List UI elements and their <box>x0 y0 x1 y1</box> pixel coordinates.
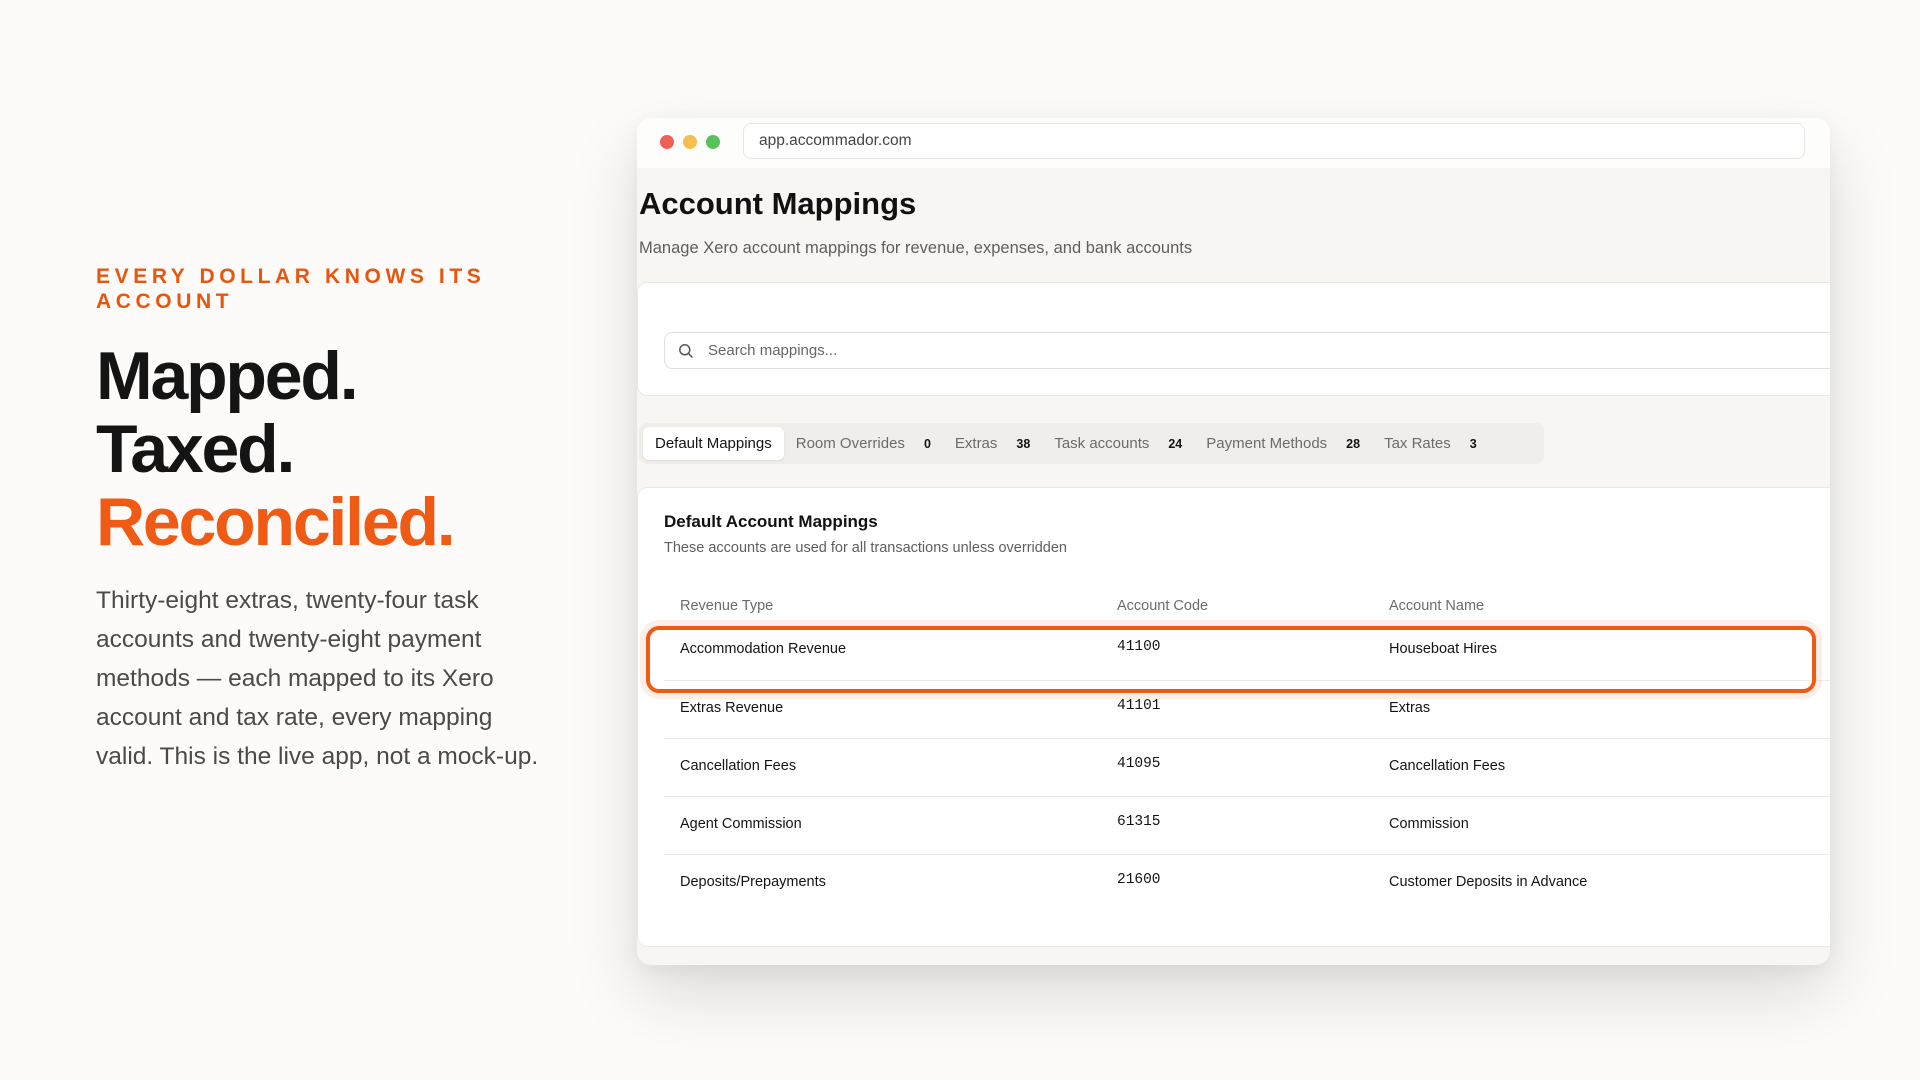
tab-tax-rates[interactable]: Tax Rates 3 <box>1372 427 1489 460</box>
tab-default-mappings[interactable]: Default Mappings <box>643 427 784 460</box>
account-name-cell: Houseboat Hires <box>1389 641 1497 657</box>
close-window-icon[interactable] <box>660 135 674 149</box>
tab-count-badge: 28 <box>1346 436 1361 451</box>
tab-label: Extras <box>954 435 998 452</box>
tab-label: Task accounts <box>1054 435 1150 452</box>
address-bar[interactable]: app.accommador.com <box>743 123 1805 159</box>
tab-label: Payment Methods <box>1206 435 1328 452</box>
tab-label: Tax Rates <box>1384 435 1451 452</box>
table-row[interactable]: Cancellation Fees 41095 Cancellation Fee… <box>664 738 1830 796</box>
search-icon <box>679 344 693 358</box>
headline-line-1: Mapped. <box>96 338 359 414</box>
marketing-copy: EVERY DOLLAR KNOWS ITS ACCOUNT Mapped. T… <box>96 264 556 776</box>
account-code-cell: 21600 <box>1117 872 1161 888</box>
table-header: Revenue Type Account Code Account Name <box>664 592 1830 622</box>
tab-task-accounts[interactable]: Task accounts 24 <box>1042 427 1194 460</box>
revenue-type-cell: Cancellation Fees <box>680 758 797 774</box>
table-body: Accommodation Revenue 41100 Houseboat Hi… <box>664 622 1830 912</box>
card-description: These accounts are used for all transact… <box>664 540 1067 556</box>
account-code-cell: 41101 <box>1117 698 1161 714</box>
account-code-cell: 41100 <box>1117 639 1161 655</box>
tab-label: Default Mappings <box>655 435 772 452</box>
card-title: Default Account Mappings <box>664 512 878 531</box>
mapping-tabs: Default Mappings Room Overrides 0 Extras… <box>639 423 1544 464</box>
revenue-type-cell: Agent Commission <box>680 816 802 832</box>
table-row[interactable]: Extras Revenue 41101 Extras <box>664 680 1830 738</box>
browser-window: app.accommador.com Account Mappings Mana… <box>637 118 1830 965</box>
revenue-type-cell: Extras Revenue <box>680 700 784 716</box>
table-row[interactable]: Agent Commission 61315 Commission <box>664 796 1830 854</box>
account-name-cell: Customer Deposits in Advance <box>1389 874 1588 890</box>
tab-count-badge: 24 <box>1168 436 1183 451</box>
tab-label: Room Overrides <box>795 435 905 452</box>
headline: Mapped. Taxed. Reconciled. <box>96 340 556 559</box>
body-copy: Thirty-eight extras, twenty-four task ac… <box>96 587 539 770</box>
mappings-table: Revenue Type Account Code Account Name A… <box>664 592 1830 912</box>
search-input[interactable] <box>708 333 1308 368</box>
column-header-account-name: Account Name <box>1389 598 1485 614</box>
slide: EVERY DOLLAR KNOWS ITS ACCOUNT Mapped. T… <box>0 0 1920 1080</box>
minimize-window-icon[interactable] <box>683 135 697 149</box>
headline-line-3: Reconciled. <box>96 484 456 560</box>
maximize-window-icon[interactable] <box>706 135 720 149</box>
tab-room-overrides[interactable]: Room Overrides 0 <box>784 427 943 460</box>
tab-count-badge: 38 <box>1016 436 1031 451</box>
eyebrow: EVERY DOLLAR KNOWS ITS ACCOUNT <box>96 265 486 313</box>
browser-chrome: app.accommador.com <box>637 118 1830 168</box>
tab-count-badge: 3 <box>1469 436 1477 451</box>
account-code-cell: 41095 <box>1117 756 1161 772</box>
account-name-cell: Cancellation Fees <box>1389 758 1506 774</box>
page-title: Account Mappings <box>639 186 917 221</box>
revenue-type-cell: Accommodation Revenue <box>680 641 847 657</box>
search-field[interactable] <box>664 332 1830 369</box>
default-mappings-card: Default Account Mappings These accounts … <box>637 487 1830 947</box>
tab-count-badge: 0 <box>923 436 931 451</box>
tab-payment-methods[interactable]: Payment Methods 28 <box>1194 427 1372 460</box>
table-row[interactable]: Deposits/Prepayments 21600 Customer Depo… <box>664 854 1830 912</box>
column-header-account-code: Account Code <box>1117 598 1209 614</box>
page-subtitle: Manage Xero account mappings for revenue… <box>639 239 1193 257</box>
column-header-revenue-type: Revenue Type <box>680 598 774 614</box>
account-name-cell: Extras <box>1389 700 1431 716</box>
table-row[interactable]: Accommodation Revenue 41100 Houseboat Hi… <box>664 622 1830 680</box>
account-code-cell: 61315 <box>1117 814 1161 830</box>
account-name-cell: Commission <box>1389 816 1469 832</box>
revenue-type-cell: Deposits/Prepayments <box>680 874 826 890</box>
headline-line-2: Taxed. <box>96 411 295 487</box>
tab-extras[interactable]: Extras 38 <box>943 427 1042 460</box>
search-card <box>637 282 1830 396</box>
